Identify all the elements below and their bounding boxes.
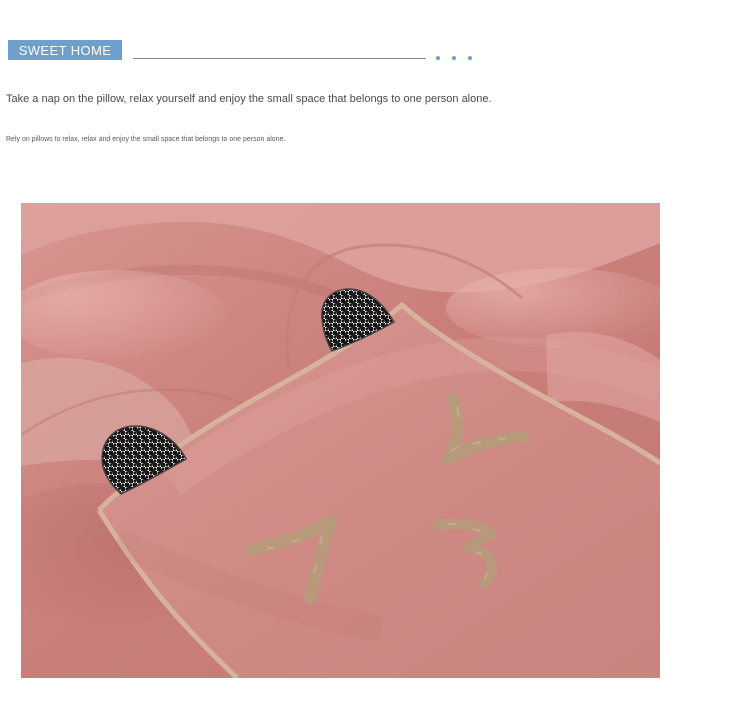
description-secondary: Rely on pillows to relax, relax and enjo… <box>6 136 286 143</box>
header-divider <box>133 58 426 59</box>
dot-icon <box>452 56 456 60</box>
dot-icon <box>468 56 472 60</box>
dot-icon <box>436 56 440 60</box>
decorative-dots <box>436 55 484 61</box>
description-primary: Take a nap on the pillow, relax yourself… <box>6 93 492 105</box>
sweet-home-badge: SWEET HOME <box>8 40 122 60</box>
product-photo <box>21 203 660 678</box>
